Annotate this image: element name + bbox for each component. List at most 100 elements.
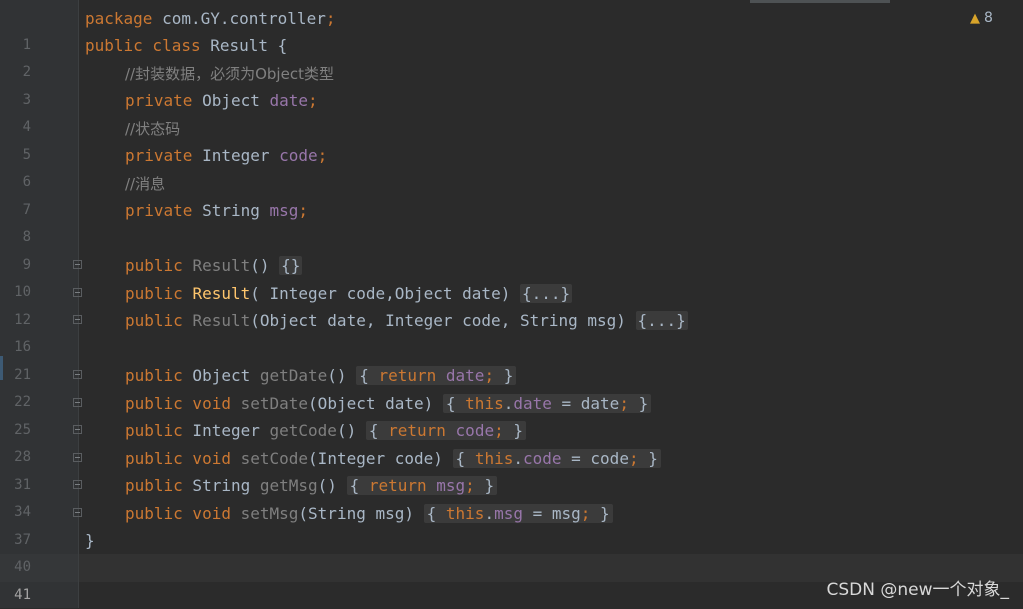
- code-line[interactable]: 12 public Result( Integer code,Object da…: [0, 280, 1023, 328]
- code-line[interactable]: 34 public String getMsg() { return msg; …: [0, 472, 1023, 520]
- type: String: [192, 201, 270, 220]
- type: String: [182, 476, 260, 495]
- fold-toggle-icon[interactable]: [73, 508, 82, 517]
- method-name: getCode: [269, 421, 337, 440]
- comment: //状态码: [125, 120, 181, 138]
- keyword: public: [125, 256, 183, 275]
- folded-body[interactable]: { this.date = date; }: [442, 394, 652, 413]
- code-line[interactable]: 37 public void setMsg(String msg) { this…: [0, 500, 1023, 548]
- keyword: public void: [125, 449, 231, 468]
- code-line[interactable]: 3 //封装数据，必须为Object类型: [0, 60, 1023, 108]
- keyword: this: [474, 449, 514, 468]
- params: (String msg): [298, 504, 424, 523]
- fold-toggle-icon[interactable]: [73, 425, 82, 434]
- folded-body[interactable]: { return msg; }: [346, 476, 498, 495]
- method-name: setMsg: [240, 504, 299, 523]
- keyword: public void: [125, 504, 231, 523]
- fold-toggle-icon[interactable]: [73, 315, 82, 324]
- code-line[interactable]: 40 }: [0, 527, 1023, 575]
- code-line[interactable]: 7 //消息: [0, 170, 1023, 218]
- keyword: this: [465, 394, 504, 413]
- folded-body[interactable]: { return code; }: [365, 421, 526, 440]
- fold-toggle-icon[interactable]: [73, 453, 82, 462]
- keyword: return: [388, 421, 446, 440]
- code-line[interactable]: 4 private Object date;: [0, 87, 1023, 135]
- method-name: getDate: [259, 366, 328, 385]
- method-name: setCode: [240, 449, 309, 468]
- params: (): [336, 421, 366, 440]
- keyword: public: [125, 284, 183, 303]
- method-name: getMsg: [259, 476, 318, 495]
- code-line[interactable]: 2 public class Result {: [0, 32, 1023, 80]
- comment: //封装数据，必须为Object类型: [125, 65, 334, 83]
- type: Integer: [182, 421, 270, 440]
- code-line[interactable]: 22 public Object getDate() { return date…: [0, 362, 1023, 410]
- folded-block[interactable]: {...}: [635, 311, 688, 330]
- field: date: [445, 366, 485, 385]
- keyword: public: [125, 476, 183, 495]
- fold-toggle-icon[interactable]: [73, 288, 82, 297]
- assignment: = code: [561, 449, 629, 468]
- constructor-name: Result: [192, 256, 251, 275]
- fold-toggle-icon[interactable]: [73, 398, 82, 407]
- type: Integer: [192, 146, 280, 165]
- code-line[interactable]: 21: [0, 335, 1023, 383]
- assignment: = msg: [522, 504, 581, 523]
- code-line[interactable]: 25 public void setDate(Object date) { th…: [0, 390, 1023, 438]
- type: Object: [182, 366, 260, 385]
- keyword: public void: [125, 394, 231, 413]
- params: (): [327, 366, 357, 385]
- params: (Integer code): [308, 449, 453, 468]
- fold-toggle-icon[interactable]: [73, 480, 82, 489]
- line-number: 41: [14, 587, 31, 603]
- folded-body[interactable]: { return date; }: [356, 366, 517, 385]
- field: code: [455, 421, 495, 440]
- comment: //消息: [125, 175, 166, 193]
- keyword: private: [125, 146, 193, 165]
- folded-block[interactable]: {...}: [519, 284, 573, 303]
- code-line[interactable]: 9: [0, 225, 1023, 273]
- keyword: public: [125, 421, 183, 440]
- code-line[interactable]: 28 public Integer getCode() { return cod…: [0, 417, 1023, 465]
- code-line[interactable]: 10 public Result() {}: [0, 252, 1023, 300]
- fold-toggle-icon[interactable]: [73, 370, 82, 379]
- folded-body[interactable]: { this.code = code; }: [452, 449, 661, 468]
- params: (): [250, 256, 280, 275]
- method-name: setDate: [240, 394, 309, 413]
- keyword: this: [445, 504, 485, 523]
- constructor-name: Result: [192, 311, 251, 330]
- horizontal-scroll-thumb[interactable]: [750, 0, 890, 3]
- closing-brace: }: [85, 531, 95, 550]
- keyword: return: [368, 476, 427, 495]
- assignment: = date: [551, 394, 620, 413]
- code-line[interactable]: 8 private String msg;: [0, 197, 1023, 245]
- keyword: private: [125, 201, 193, 220]
- fold-toggle-icon[interactable]: [73, 260, 82, 269]
- params: ( Integer code,: [250, 284, 395, 303]
- keyword: public: [125, 311, 183, 330]
- field: msg: [494, 504, 523, 523]
- keyword: return: [378, 366, 437, 385]
- code-line[interactable]: 6 private Integer code;: [0, 142, 1023, 190]
- folded-body[interactable]: { this.msg = msg; }: [423, 504, 613, 523]
- field: code: [279, 146, 318, 165]
- type: Object: [192, 91, 270, 110]
- code-line[interactable]: 31 public void setCode(Integer code) { t…: [0, 445, 1023, 493]
- field: msg: [269, 201, 299, 220]
- params: (Object date): [308, 394, 443, 413]
- field: code: [522, 449, 562, 468]
- code-line[interactable]: 1 package com.GY.controller;: [0, 5, 1023, 53]
- keyword: public: [125, 366, 183, 385]
- params: (): [317, 476, 347, 495]
- keyword: package: [85, 9, 153, 28]
- folded-block[interactable]: {}: [279, 256, 303, 275]
- constructor-name: Result: [192, 284, 251, 303]
- field: date: [513, 394, 552, 413]
- code-line[interactable]: 16 public Result(Object date, Integer co…: [0, 307, 1023, 355]
- keyword: private: [125, 91, 193, 110]
- params: (Object date, Integer code, String msg): [250, 311, 636, 330]
- field: msg: [436, 476, 466, 495]
- package-name: com.GY.controller: [152, 9, 326, 28]
- code-line[interactable]: 5 //状态码: [0, 115, 1023, 163]
- field: date: [269, 91, 309, 110]
